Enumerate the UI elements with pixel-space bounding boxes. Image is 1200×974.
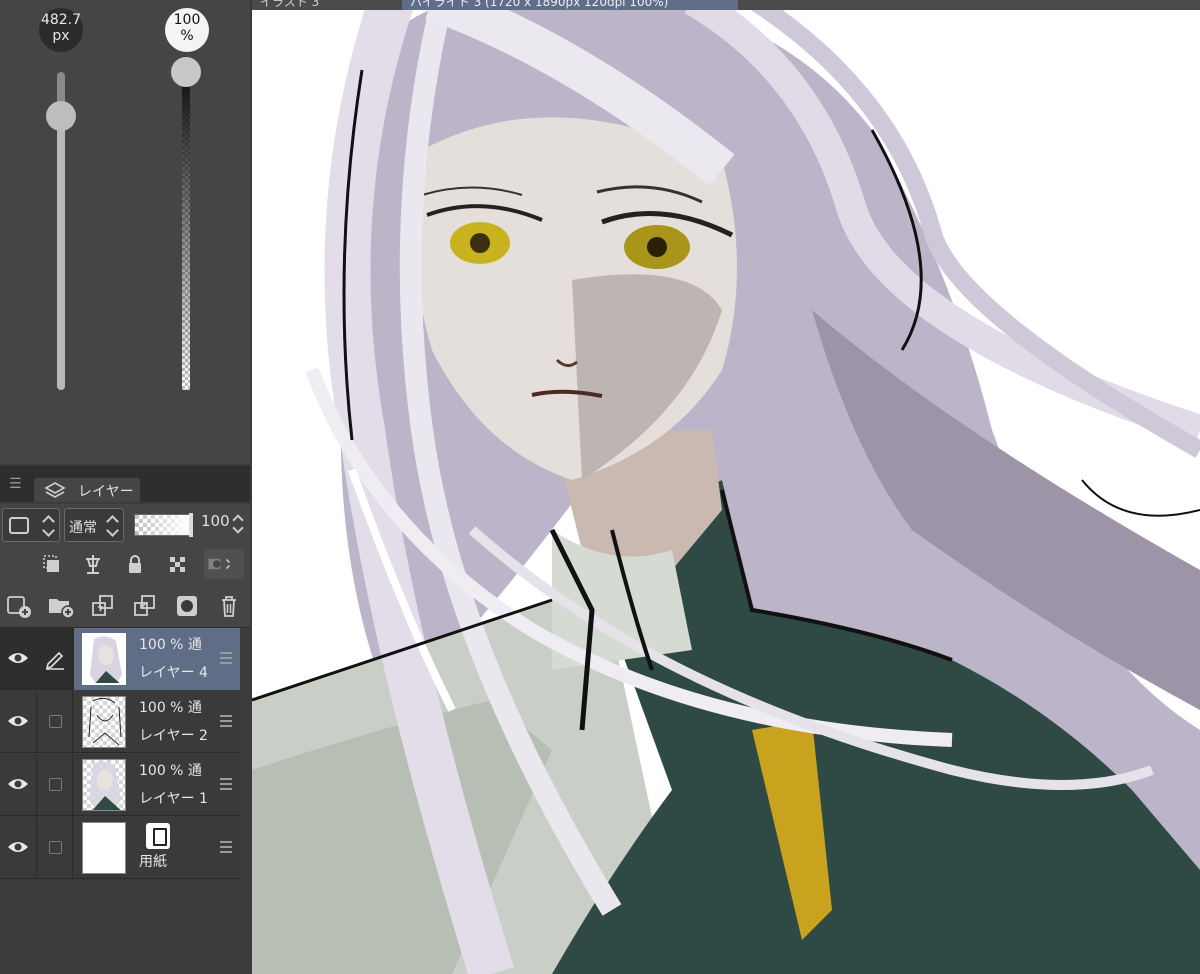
layer-thumbnail [82, 696, 126, 748]
layer-edit-target[interactable] [38, 628, 73, 690]
layer-visibility-toggle[interactable] [0, 754, 37, 816]
blend-mode-stepper-icon [105, 514, 119, 538]
layer-row[interactable]: 100 % 通 レイヤー 1 [0, 754, 240, 816]
layer-tab[interactable]: レイヤー [34, 478, 140, 502]
pen-icon [45, 651, 64, 670]
panel-menu-icon[interactable]: ☰ [9, 476, 22, 492]
brush-opacity-slider[interactable] [182, 80, 190, 390]
illustration-artwork [252, 10, 1200, 974]
mask-toggle-icon[interactable] [204, 549, 244, 579]
drag-handle-icon[interactable] [220, 778, 232, 790]
layer-opacity-mode: 100 % 通 [139, 700, 202, 716]
brush-size-value: 482.7 [40, 12, 82, 28]
eye-icon [8, 653, 28, 663]
layer-edit-target[interactable] [38, 691, 73, 753]
drawing-canvas[interactable] [252, 10, 1200, 974]
layer-body[interactable]: 100 % 通 レイヤー 1 [74, 754, 240, 816]
layer-opacity-value[interactable]: 100 [201, 512, 230, 530]
drag-handle-icon[interactable] [220, 652, 232, 664]
layer-tab-label: レイヤー [78, 484, 134, 500]
paper-layer-icon [146, 823, 170, 849]
layer-opacity-stepper[interactable] [231, 512, 245, 536]
drag-handle-icon[interactable] [220, 841, 232, 853]
document-tab-bar: イラスト 3 ハイライト 3 (1720 x 1890px 120dpi 100… [252, 0, 1200, 10]
brush-size-fill [57, 116, 65, 390]
layer-opacity-mode: 100 % 通 [139, 763, 202, 779]
layer-type-select[interactable] [2, 508, 60, 542]
layer-name: 用紙 [139, 854, 167, 870]
blend-mode-select[interactable]: 通常 [64, 508, 124, 542]
edit-target-checkbox[interactable] [49, 715, 62, 728]
edit-target-checkbox[interactable] [49, 778, 62, 791]
layer-body[interactable]: 100 % 通 レイヤー 4 [74, 628, 240, 690]
brush-opacity-value: 100 [173, 12, 201, 28]
new-raster-layer-icon[interactable] [4, 591, 34, 621]
layers-icon [44, 481, 66, 505]
brush-size-readout: 482.7 px [39, 8, 83, 52]
brush-size-handle[interactable] [46, 101, 76, 131]
layer-edit-target[interactable] [38, 817, 73, 879]
clip-studio-window: イラスト 3 ハイライト 3 (1720 x 1890px 120dpi 100… [0, 0, 1200, 974]
layer-name: レイヤー 4 [139, 665, 208, 681]
eye-icon [8, 779, 28, 789]
layer-edit-target[interactable] [38, 754, 73, 816]
brush-size-unit: px [52, 28, 70, 44]
layer-type-stepper-icon [41, 514, 55, 538]
clip-to-layer-below-icon[interactable] [36, 549, 66, 579]
eye-icon [8, 842, 28, 852]
brush-opacity-unit: % [180, 28, 194, 44]
layer-panel: ☰ レイヤー 通常 100 100 % 通 レイヤー 4 100 % 通 レイヤ… [0, 466, 250, 974]
transfer-to-layer-below-icon[interactable] [88, 591, 118, 621]
layer-visibility-toggle[interactable] [0, 817, 37, 879]
reference-layer-icon[interactable] [78, 549, 108, 579]
brush-opacity-readout: 100 % [165, 8, 209, 52]
layer-thumbnail [82, 633, 126, 685]
create-layer-mask-icon[interactable] [172, 591, 202, 621]
layer-lock-row [0, 544, 250, 584]
layer-visibility-toggle[interactable] [0, 691, 37, 753]
layer-body[interactable]: 100 % 通 レイヤー 2 [74, 691, 240, 753]
layer-name: レイヤー 2 [139, 728, 208, 744]
layer-row[interactable]: 100 % 通 レイヤー 4 [0, 628, 240, 690]
eye-icon [8, 716, 28, 726]
layer-visibility-toggle[interactable] [0, 628, 37, 690]
merge-with-layer-below-icon[interactable] [130, 591, 160, 621]
brush-opacity-handle[interactable] [171, 57, 201, 87]
document-tab-1[interactable]: イラスト 3 [252, 0, 400, 10]
layer-row[interactable]: 100 % 通 レイヤー 2 [0, 691, 240, 753]
brush-slider-panel: 482.7 px 100 % [0, 0, 250, 464]
lock-transparency-icon[interactable] [162, 549, 192, 579]
layer-thumbnail [82, 822, 126, 874]
layer-action-row [0, 584, 250, 628]
layer-thumbnail [82, 759, 126, 811]
layer-opacity-mode: 100 % 通 [139, 637, 202, 653]
layer-opacity-handle[interactable] [189, 513, 193, 537]
delete-layer-icon[interactable] [214, 591, 244, 621]
layer-row[interactable]: 用紙 [0, 817, 240, 879]
layer-body[interactable]: 用紙 [74, 817, 240, 879]
layer-shape-icon [9, 517, 29, 534]
drag-handle-icon[interactable] [220, 715, 232, 727]
edit-target-checkbox[interactable] [49, 841, 62, 854]
layer-name: レイヤー 1 [139, 791, 208, 807]
new-folder-icon[interactable] [46, 591, 76, 621]
document-tab-2[interactable]: ハイライト 3 (1720 x 1890px 120dpi 100%) [402, 0, 738, 10]
layer-opacity-slider[interactable] [134, 513, 193, 537]
blend-mode-value: 通常 [69, 520, 97, 536]
layer-panel-header: ☰ レイヤー [0, 468, 250, 502]
lock-layer-icon[interactable] [120, 549, 150, 579]
